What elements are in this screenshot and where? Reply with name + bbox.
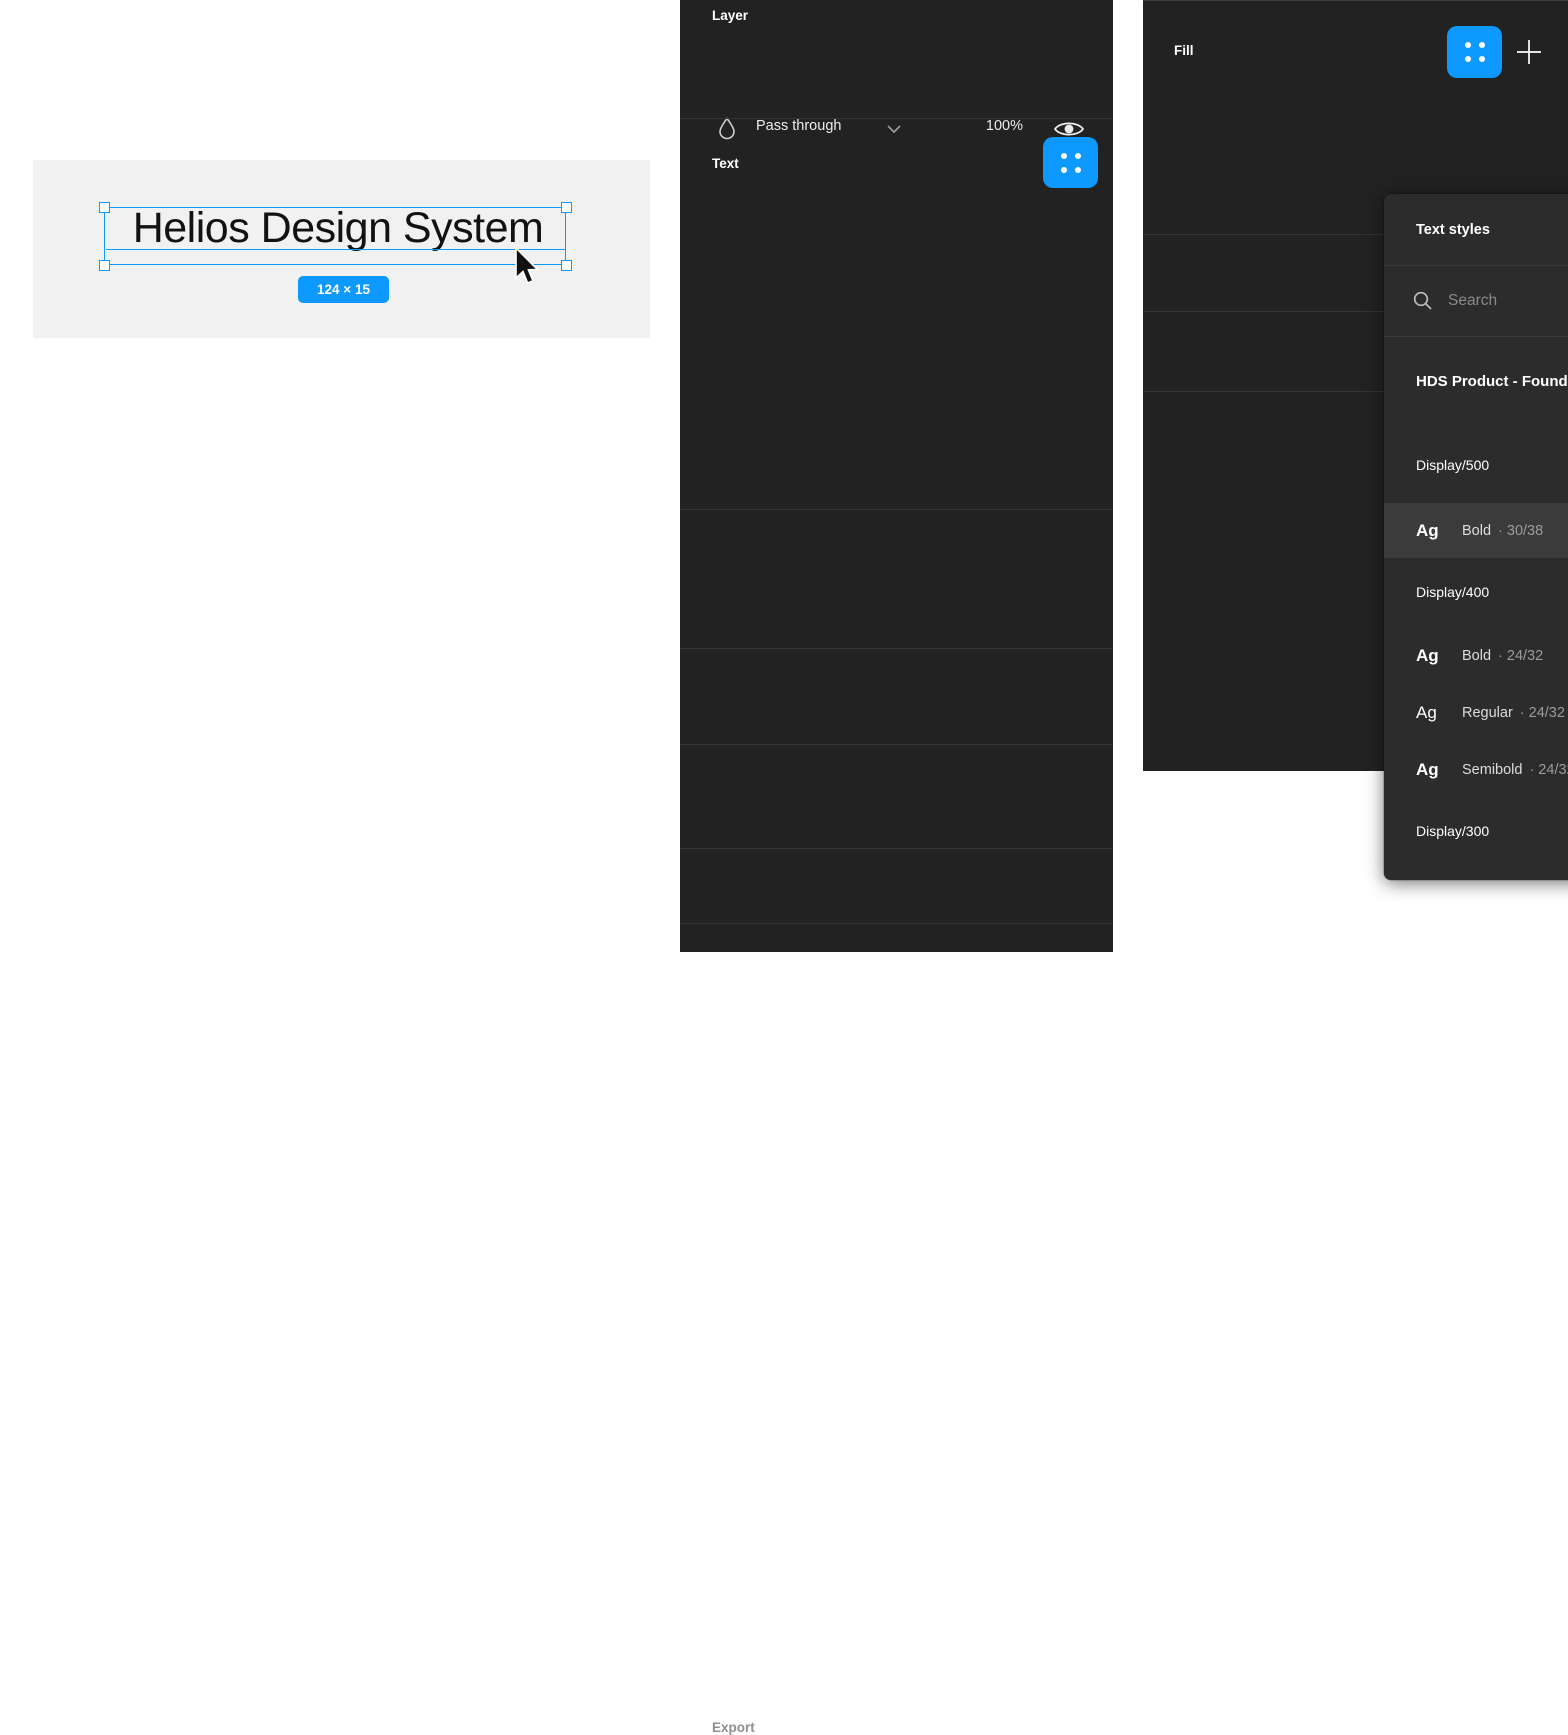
blend-mode-row: Pass through 100% <box>680 52 1113 102</box>
text-styles-button[interactable] <box>1043 137 1098 188</box>
fill-section-title: Fill <box>1174 43 1194 58</box>
style-sample: Ag <box>1416 703 1462 723</box>
chevron-down-icon[interactable] <box>886 124 902 134</box>
color-styles-button[interactable] <box>1447 26 1502 78</box>
styles-dots-icon <box>1061 153 1081 173</box>
export-section: Export <box>680 852 1113 902</box>
text-styles-search-row <box>1384 266 1568 337</box>
divider <box>680 509 1113 510</box>
divider <box>680 118 1113 119</box>
blend-mode-icon <box>717 116 737 140</box>
selection-baseline <box>106 249 565 250</box>
selection-handle-top-left[interactable] <box>99 202 110 213</box>
layer-section-title: Layer <box>712 8 748 23</box>
divider <box>680 744 1113 745</box>
style-sample: Ag <box>1416 521 1462 541</box>
text-section-title: Text <box>712 156 739 171</box>
add-fill-icon[interactable] <box>1514 37 1544 67</box>
properties-panel: Layer Pass through 100% Text Export Text… <box>680 0 1113 952</box>
divider <box>680 848 1113 849</box>
selection-handle-bottom-right[interactable] <box>561 260 572 271</box>
size-badge: 124 × 15 <box>298 276 389 303</box>
text-style-row[interactable]: Ag Bold · 30/38 <box>1384 503 1568 558</box>
layer-opacity-value[interactable]: 100% <box>968 118 1023 134</box>
style-group-label: Display/300 <box>1416 823 1568 847</box>
search-icon <box>1412 290 1434 312</box>
text-styles-search-input[interactable] <box>1448 292 1568 310</box>
style-sample: Ag <box>1416 760 1462 780</box>
divider <box>680 923 1113 924</box>
text-style-row[interactable]: Ag Bold · 24/32 <box>1384 627 1568 684</box>
selection-handle-top-right[interactable] <box>561 202 572 213</box>
style-sample: Ag <box>1416 646 1462 666</box>
mouse-cursor <box>514 247 542 287</box>
text-style-row[interactable]: Ag Regular · 24/32 <box>1384 684 1568 741</box>
text-styles-popup: Text styles HDS Product - Foundations Di… <box>1384 194 1568 880</box>
style-group-label: Display/400 <box>1416 584 1568 608</box>
library-name: HDS Product - Foundations <box>1416 373 1568 397</box>
text-styles-popup-title: Text styles <box>1416 222 1568 238</box>
export-section-title: Export <box>712 1720 755 1735</box>
style-group-label: Display/500 <box>1416 457 1568 481</box>
text-style-row[interactable]: Ag Semibold · 24/32 <box>1384 741 1568 798</box>
selection-box[interactable] <box>104 207 566 265</box>
blend-mode-select[interactable]: Pass through <box>756 118 841 134</box>
selection-handle-bottom-left[interactable] <box>99 260 110 271</box>
styles-dots-icon <box>1465 42 1485 62</box>
text-styles-list: HDS Product - Foundations Display/500 Ag… <box>1384 373 1568 880</box>
divider <box>680 648 1113 649</box>
text-styles-popup-header: Text styles <box>1384 194 1568 266</box>
